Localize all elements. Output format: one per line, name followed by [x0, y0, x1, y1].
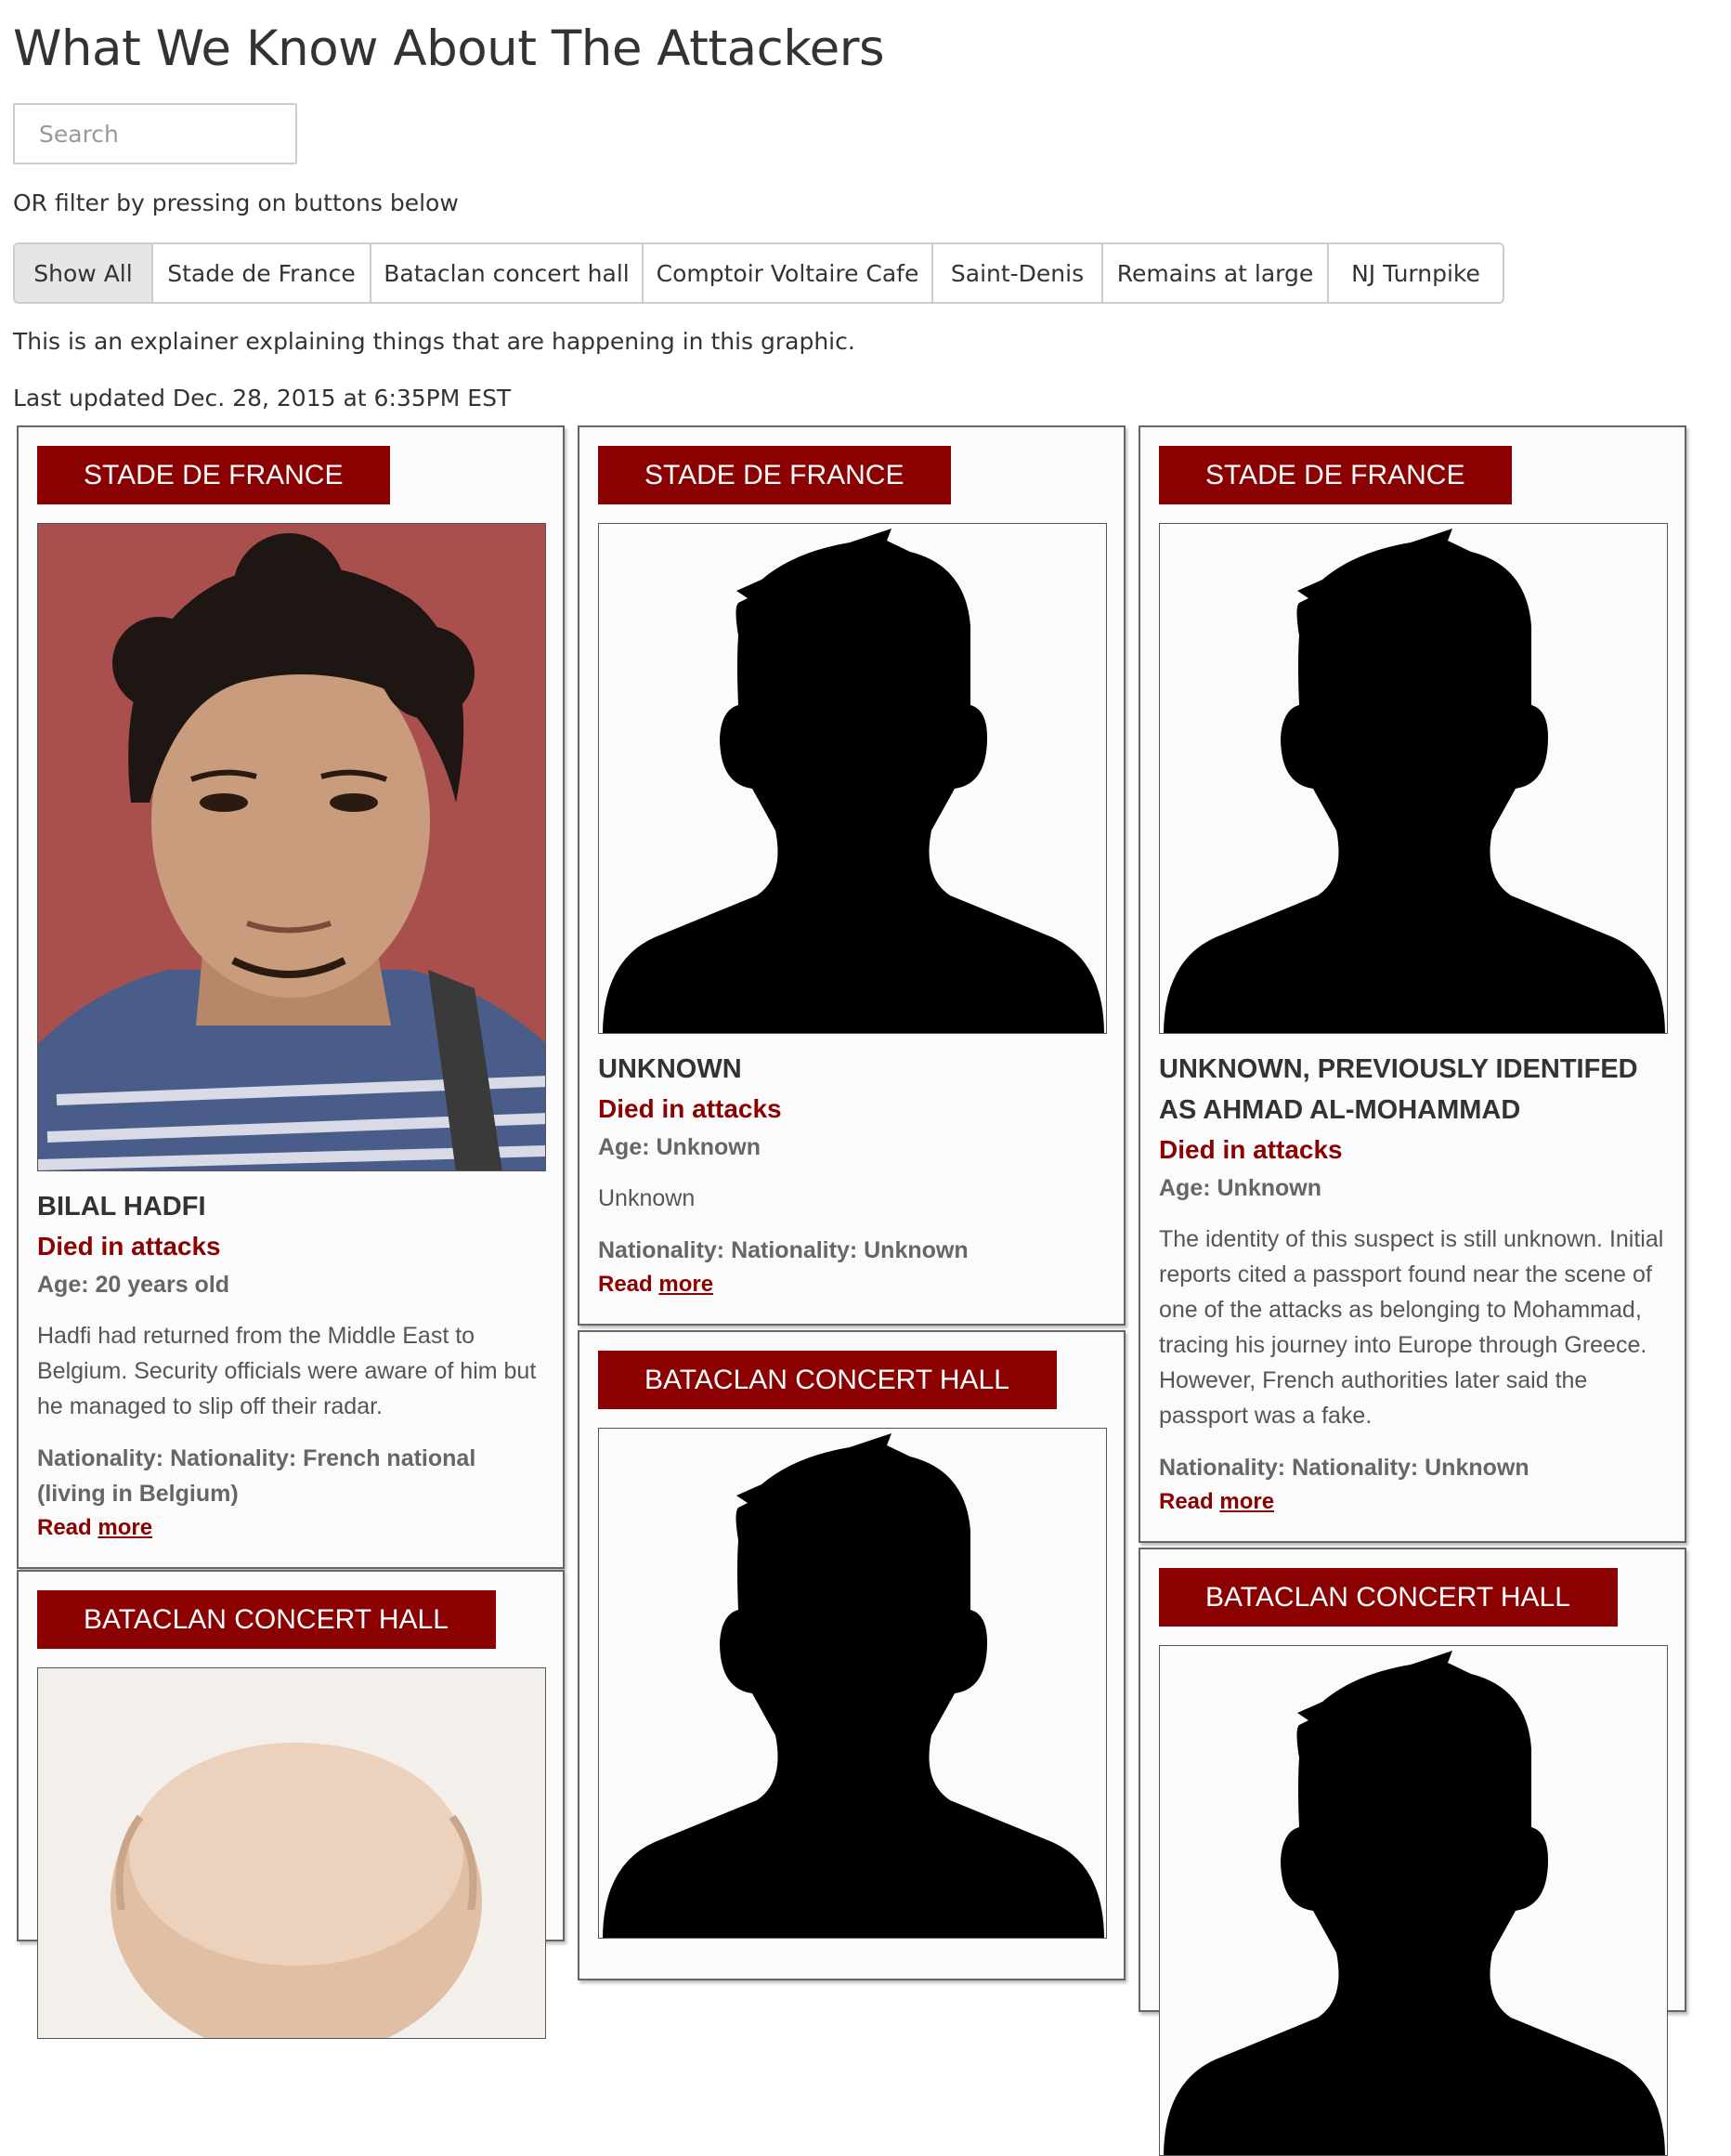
page-title: What We Know About The Attackers [13, 20, 885, 77]
location-badge: STADE DE FRANCE [1159, 446, 1512, 504]
filter-hint: OR filter by pressing on buttons below [13, 189, 459, 216]
more-link[interactable]: more [1219, 1489, 1274, 1514]
explainer-text: This is an explainer explaining things t… [13, 328, 855, 355]
last-updated: Last updated Dec. 28, 2015 at 6:35PM EST [13, 385, 512, 412]
attacker-card: BATACLAN CONCERT HALL [578, 1330, 1126, 1980]
filter-remains-at-large-button[interactable]: Remains at large [1103, 244, 1329, 302]
attacker-card: BATACLAN CONCERT HALL [17, 1570, 565, 2039]
location-badge: BATACLAN CONCERT HALL [37, 1590, 496, 1649]
silhouette-icon [598, 1428, 1107, 1939]
description-text: Unknown [598, 1185, 696, 1211]
filter-saint-denis-button[interactable]: Saint-Denis [933, 244, 1103, 302]
filter-stade-de-france-button[interactable]: Stade de France [153, 244, 371, 302]
nationality-text: Nationality: Nationality: Unknown [598, 1237, 969, 1263]
more-link[interactable]: more [98, 1515, 152, 1540]
read-more: Read more [37, 1511, 544, 1567]
read-more: Read more [1159, 1485, 1666, 1541]
portrait-photo [37, 1667, 546, 2039]
read-label: Read [37, 1515, 92, 1540]
read-more: Read more [598, 1268, 1105, 1324]
age-text: Age: Unknown [1159, 1175, 1321, 1201]
attacker-name: UNKNOWN [598, 1054, 742, 1084]
nationality-text: Nationality: Nationality: Unknown [1159, 1455, 1529, 1481]
filter-nj-turnpike-button[interactable]: NJ Turnpike [1329, 244, 1503, 302]
attacker-card: STADE DE FRANCE UNKNOWN, PREVIOUSLY IDEN… [1139, 425, 1686, 1543]
portrait-photo [37, 523, 546, 1171]
description-text: The identity of this suspect is still un… [1159, 1226, 1664, 1429]
silhouette-icon [598, 523, 1107, 1034]
age-text: Age: 20 years old [37, 1272, 230, 1298]
age-text: Age: Unknown [598, 1134, 761, 1160]
silhouette-icon [1159, 523, 1668, 1034]
attacker-name: BILAL HADFI [37, 1192, 206, 1222]
location-badge: STADE DE FRANCE [598, 446, 951, 504]
status-text: Died in attacks [1159, 1135, 1343, 1164]
read-label: Read [1159, 1489, 1214, 1514]
filter-button-group: Show All Stade de France Bataclan concer… [13, 242, 1504, 304]
location-badge: BATACLAN CONCERT HALL [1159, 1568, 1618, 1627]
filter-show-all-button[interactable]: Show All [15, 244, 153, 302]
status-text: Died in attacks [598, 1094, 782, 1123]
location-badge: STADE DE FRANCE [37, 446, 390, 504]
attacker-card: STADE DE FRANCE UNKNOWN Died in attacks … [578, 425, 1126, 1326]
more-link[interactable]: more [658, 1272, 713, 1297]
description-text: Hadfi had returned from the Middle East … [37, 1323, 537, 1419]
search-input[interactable] [13, 103, 297, 164]
filter-comptoir-voltaire-button[interactable]: Comptoir Voltaire Cafe [644, 244, 933, 302]
status-text: Died in attacks [37, 1232, 221, 1261]
location-badge: BATACLAN CONCERT HALL [598, 1351, 1057, 1409]
attacker-name: UNKNOWN, PREVIOUSLY IDENTIFED AS AHMAD A… [1159, 1054, 1638, 1125]
silhouette-icon [1159, 1645, 1668, 2156]
read-label: Read [598, 1272, 653, 1297]
attacker-card: BATACLAN CONCERT HALL [1139, 1548, 1686, 2156]
attacker-card: STADE DE FRANCE BILAL HADFI Died in atta… [17, 425, 565, 1569]
nationality-text: Nationality: Nationality: French nationa… [37, 1445, 476, 1507]
filter-bataclan-button[interactable]: Bataclan concert hall [371, 244, 644, 302]
